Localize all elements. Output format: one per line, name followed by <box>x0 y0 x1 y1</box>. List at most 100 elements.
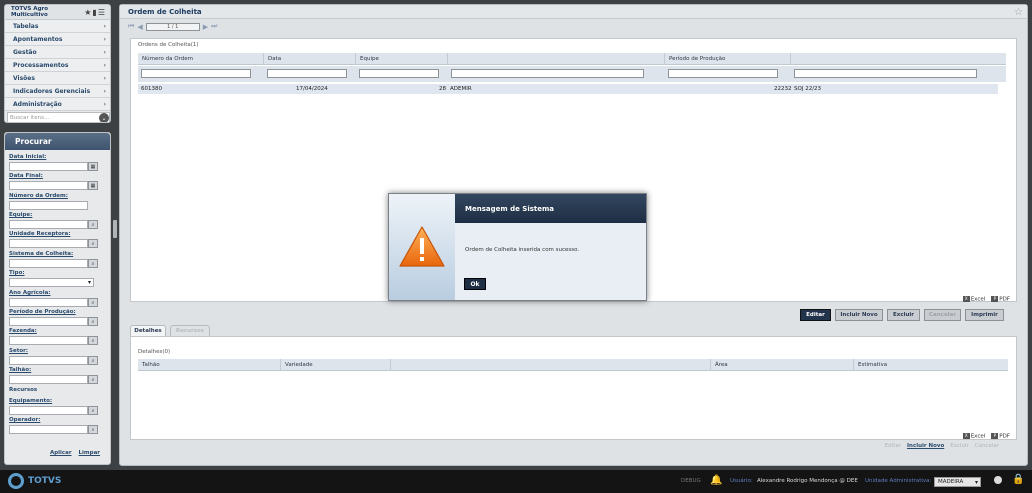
sidebar-collapse-handle[interactable] <box>113 220 117 238</box>
menu-item-administracao[interactable]: Administração › <box>5 98 110 111</box>
prev-page-icon[interactable]: ◀ <box>137 23 142 31</box>
menu-item-apontamentos[interactable]: Apontamentos › <box>5 33 110 46</box>
col-estimativa[interactable]: Estimativa <box>854 359 1008 371</box>
lookup-icon[interactable]: ⌕ <box>88 259 98 268</box>
lock-icon[interactable]: 🔒 <box>1012 474 1024 485</box>
apply-link[interactable]: Aplicar <box>50 450 72 456</box>
detail-add-new-link[interactable]: Incluir Novo <box>907 443 944 449</box>
detail-delete-link[interactable]: Excluir <box>950 443 968 449</box>
filter-data[interactable] <box>267 69 347 78</box>
calendar-icon[interactable]: ▦ <box>88 181 98 190</box>
page-title: Ordem de Colheita <box>128 7 202 16</box>
menu-item-visoes[interactable]: Visões › <box>5 72 110 85</box>
menu-item-indicadores[interactable]: Indicadores Gerenciais › <box>5 85 110 98</box>
lookup-icon[interactable]: ⌕ <box>88 356 98 365</box>
details-grid-panel: Detalhes(0) Talhão Variedade Área Estima… <box>130 336 1017 440</box>
lookup-icon[interactable]: ⌕ <box>88 298 98 307</box>
lookup-icon[interactable]: ⌕ <box>88 336 98 345</box>
chevron-right-icon: › <box>103 74 106 82</box>
ok-button[interactable]: Ok <box>464 278 486 290</box>
export-excel-button[interactable]: X Excel <box>962 295 985 302</box>
pager: ⏮ ◀ 1 / 1 ▶ ⏭ <box>128 22 217 31</box>
edit-button[interactable]: Editar <box>800 309 831 321</box>
label-equipamento: Equipamento: <box>9 398 53 404</box>
chevron-down-icon[interactable]: ⌄ <box>99 113 109 122</box>
table-row[interactable]: 601380 17/04/2024 28 ADEMIR 22232 SOJ 22… <box>138 84 998 94</box>
filter-periodo[interactable] <box>668 69 778 78</box>
list-icon[interactable]: ☰ <box>98 8 106 17</box>
numero-ordem-field[interactable] <box>9 201 88 210</box>
details-header: Talhão Variedade Área Estimativa <box>138 359 1008 371</box>
periodo-producao-field[interactable] <box>9 317 88 326</box>
filter-numero-ordem[interactable] <box>141 69 251 78</box>
equipamento-field[interactable] <box>9 406 88 415</box>
menu-item-tabelas[interactable]: Tabelas › <box>5 20 110 33</box>
ano-agricola-field[interactable] <box>9 298 88 307</box>
col-data[interactable]: Data <box>264 53 356 65</box>
lookup-icon[interactable]: ⌕ <box>88 317 98 326</box>
print-button[interactable]: Imprimir <box>965 309 1004 321</box>
unidade-receptora-field[interactable] <box>9 239 88 248</box>
col-area[interactable]: Área <box>711 359 854 371</box>
last-page-icon[interactable]: ⏭ <box>211 22 217 31</box>
col-numero-ordem[interactable]: Número da Ordem <box>138 53 264 65</box>
page-indicator[interactable]: 1 / 1 <box>145 22 200 31</box>
col-talhao[interactable]: Talhão <box>138 359 281 371</box>
menu-item-processamentos[interactable]: Processamentos › <box>5 59 110 72</box>
lookup-icon[interactable]: ⌕ <box>88 425 98 434</box>
unit-select[interactable]: MADEIRA ▾ <box>934 477 981 487</box>
clear-link[interactable]: Limpar <box>79 450 100 456</box>
lookup-icon[interactable]: ⌕ <box>88 406 98 415</box>
detail-edit-link[interactable]: Editar <box>885 443 901 449</box>
delete-button[interactable]: Excluir <box>887 309 920 321</box>
export-pdf-button[interactable]: P PDF <box>991 295 1010 302</box>
next-page-icon[interactable]: ▶ <box>203 23 208 31</box>
menu-search-input[interactable]: Buscar itens... ⌄ <box>7 112 110 122</box>
setor-field[interactable] <box>9 356 88 365</box>
detail-cancel-link[interactable]: Cancelar <box>975 443 999 449</box>
export-excel-button[interactable]: X Excel <box>962 432 985 439</box>
grid-header: Número da Ordem Data Equipe Período de P… <box>138 53 1006 65</box>
lookup-icon[interactable]: ⌕ <box>88 220 98 229</box>
data-final-field[interactable] <box>9 181 88 190</box>
calendar-icon[interactable]: ▦ <box>88 162 98 171</box>
pdf-icon: P <box>991 295 999 302</box>
chevron-right-icon: › <box>103 100 106 108</box>
col-variedade[interactable]: Variedade <box>281 359 391 371</box>
label-operador: Operador: <box>9 417 41 423</box>
tab-recursos[interactable]: Recursos <box>170 325 210 336</box>
sistema-colheita-field[interactable] <box>9 259 88 268</box>
filter-title: Procurar <box>5 133 110 150</box>
favorite-star-icon[interactable]: ☆ <box>1014 7 1023 18</box>
tab-detalhes[interactable]: Detalhes <box>130 325 166 336</box>
menu-item-gestao[interactable]: Gestão › <box>5 46 110 59</box>
filter-periodo-nome[interactable] <box>794 69 977 78</box>
add-new-button[interactable]: Incluir Novo <box>835 309 883 321</box>
status-circle-icon[interactable] <box>994 476 1002 484</box>
fazenda-field[interactable] <box>9 336 88 345</box>
notification-bell-icon[interactable]: 🔔 <box>710 475 722 486</box>
data-inicial-field[interactable] <box>9 162 88 171</box>
export-pdf-button[interactable]: P PDF <box>991 432 1010 439</box>
col-blank[interactable] <box>391 359 711 371</box>
excel-icon: X <box>962 295 970 302</box>
filter-equipe[interactable] <box>359 69 439 78</box>
col-equipe[interactable]: Equipe <box>356 53 448 65</box>
lookup-icon[interactable]: ⌕ <box>88 239 98 248</box>
col-equipe-nome[interactable] <box>448 53 665 65</box>
equipe-field[interactable] <box>9 220 88 229</box>
lookup-icon[interactable]: ⌕ <box>88 375 98 384</box>
talhao-field[interactable] <box>9 375 88 384</box>
operador-field[interactable] <box>9 425 88 434</box>
main-menu-panel: TOTVS Agro Multicultivo ★▮☰ Tabelas › Apo… <box>4 4 111 123</box>
first-page-icon[interactable]: ⏮ <box>128 22 134 31</box>
menu-header: TOTVS Agro Multicultivo ★▮☰ <box>5 5 110 20</box>
cancel-button[interactable]: Cancelar <box>924 309 961 321</box>
tipo-select[interactable]: ▾ <box>9 278 94 287</box>
col-periodo-nome[interactable] <box>791 53 1006 65</box>
col-periodo-producao[interactable]: Período de Produção <box>665 53 791 65</box>
chevron-right-icon: › <box>103 22 106 30</box>
warning-icon <box>399 226 445 267</box>
filter-equipe-nome[interactable] <box>451 69 644 78</box>
chevron-right-icon: › <box>103 48 106 56</box>
